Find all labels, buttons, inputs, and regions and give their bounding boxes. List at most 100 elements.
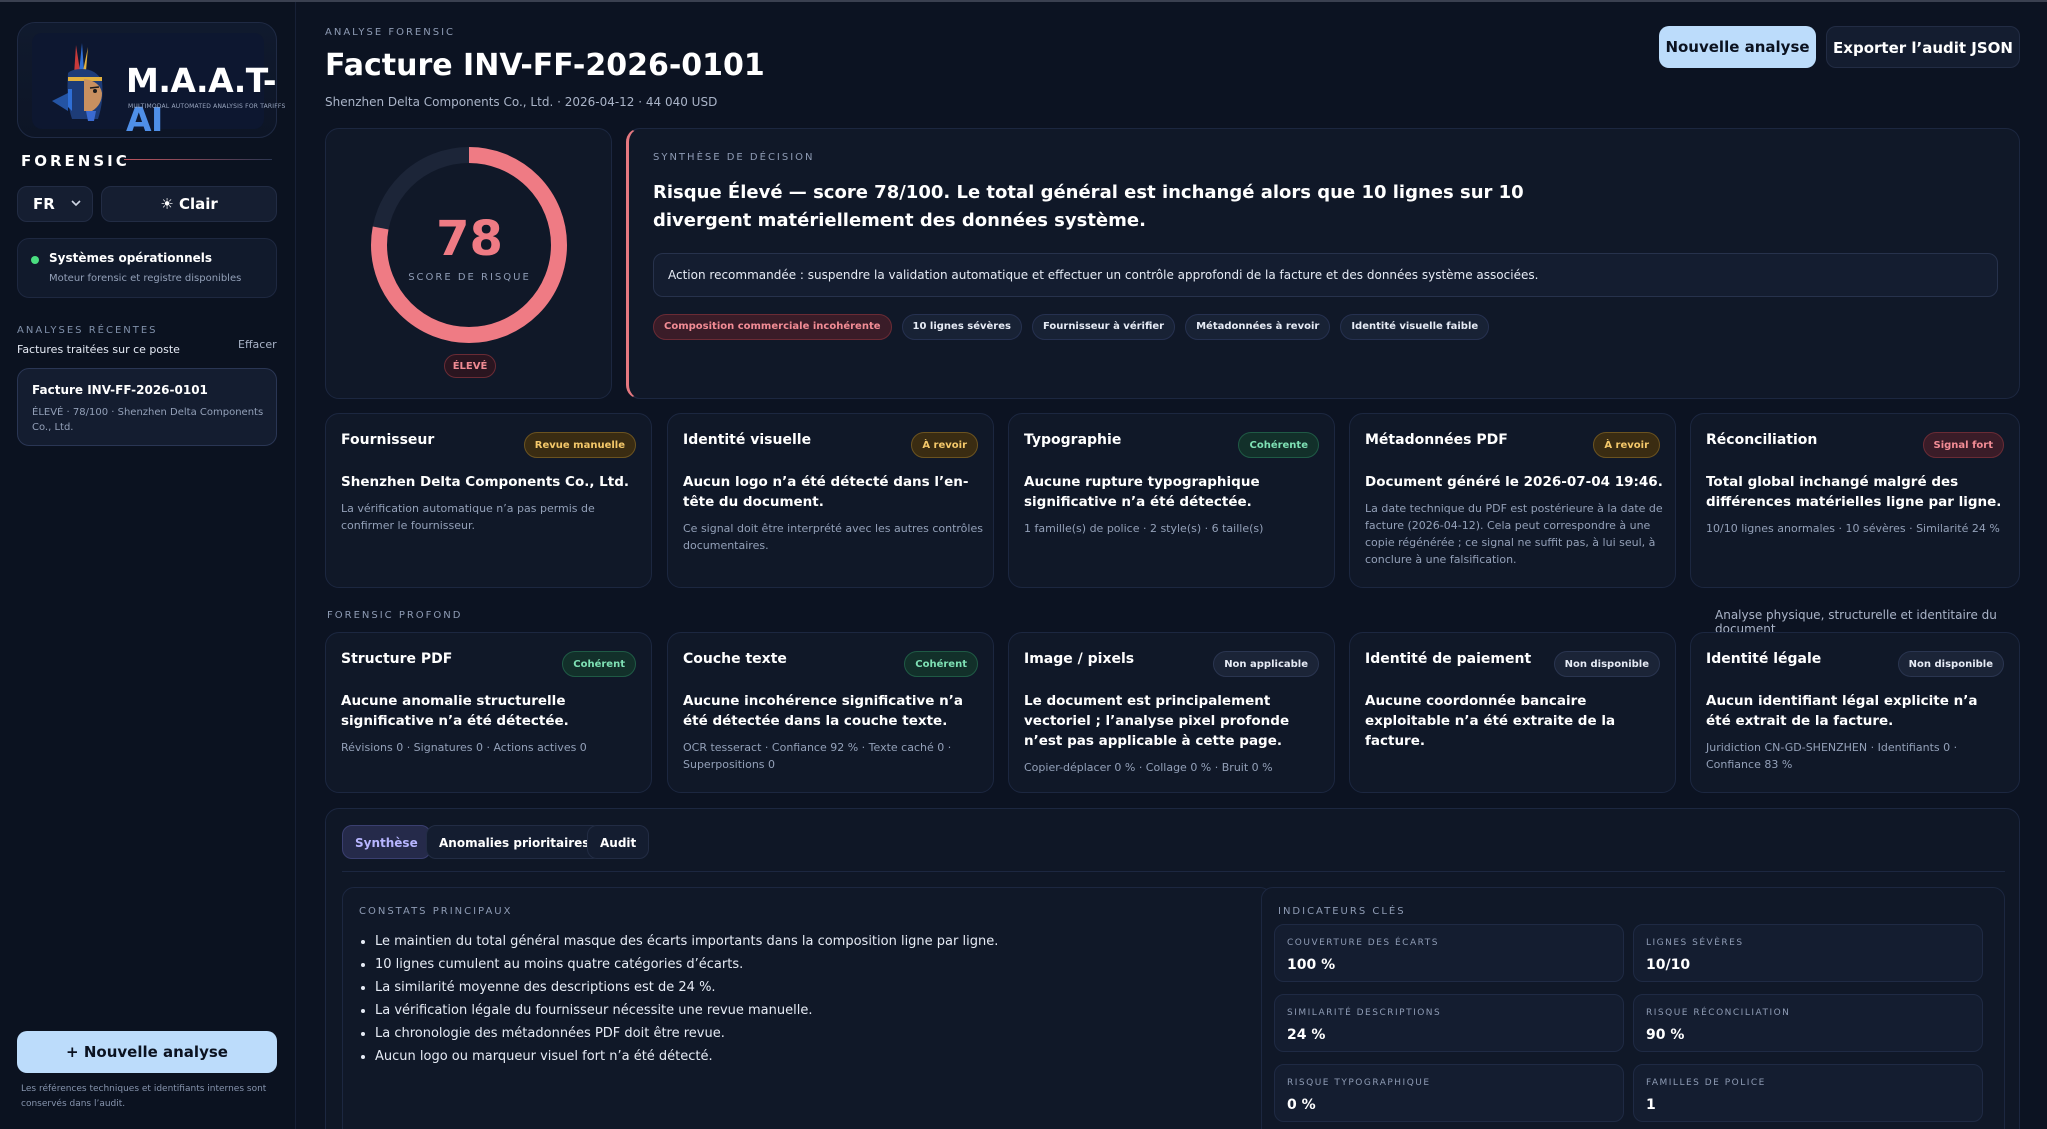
logo-box: M.A.A.T-AI MULTIMODAL AUTOMATED ANALYSIS… xyxy=(17,22,285,139)
chip-metadata-review: Métadonnées à revoir xyxy=(1185,314,1331,340)
card-text-layer: Couche texte Cohérent Aucune incohérence… xyxy=(667,632,994,793)
card-headline: Aucune coordonnée bancaire exploitable n… xyxy=(1365,693,1616,749)
recent-item-title: Facture INV-FF-2026-0101 xyxy=(32,383,208,397)
chip-commercial-composition: Composition commerciale incohérente xyxy=(653,314,892,340)
page-subtitle: Shenzhen Delta Components Co., Ltd. · 20… xyxy=(325,95,718,109)
card-title: Identité de paiement xyxy=(1365,651,1532,667)
key-findings-box: CONSTATS PRINCIPAUX Le maintien du total… xyxy=(342,887,1272,1129)
recommended-action: Action recommandée : suspendre la valida… xyxy=(653,253,1998,297)
card-title: Réconciliation xyxy=(1706,432,1818,448)
card-headline: Aucun logo n’a été détecté dans l’en-têt… xyxy=(683,474,969,510)
recent-item-meta: ÉLEVÉ · 78/100 · Shenzhen Delta Componen… xyxy=(32,407,264,433)
status-badge: À revoir xyxy=(911,432,978,458)
card-title: Image / pixels xyxy=(1024,651,1135,667)
sidebar-new-analysis-button[interactable]: + Nouvelle analyse xyxy=(17,1031,277,1073)
chip-visual-identity: Identité visuelle faible xyxy=(1340,314,1490,340)
card-headline: Total global inchangé malgré des différe… xyxy=(1706,474,2002,510)
key-findings-heading: CONSTATS PRINCIPAUX xyxy=(359,906,513,917)
status-badge: Non disponible xyxy=(1897,651,2004,677)
card-legal-identity: Identité légale Non disponible Aucun ide… xyxy=(1690,632,2020,793)
card-visual-identity: Identité visuelle À revoir Aucun logo n’… xyxy=(667,413,994,588)
kpi-font-families: FAMILLES DE POLICE 1 xyxy=(1633,1064,1983,1122)
card-payment-identity: Identité de paiement Non disponible Aucu… xyxy=(1349,632,1676,793)
card-detail: 10/10 lignes anormales · 10 sévères · Si… xyxy=(1706,522,2000,535)
export-audit-button[interactable]: Exporter l’audit JSON xyxy=(1826,26,2020,68)
status-badge: Revue manuelle xyxy=(523,432,636,458)
window-top-border xyxy=(0,0,2047,2)
kpi-label: SIMILARITÉ DESCRIPTIONS xyxy=(1287,1008,1442,1018)
status-title: Systèmes opérationnels xyxy=(49,251,213,265)
system-status: Systèmes opérationnels Moteur forensic e… xyxy=(17,238,277,298)
card-title: Identité visuelle xyxy=(683,432,812,448)
key-indicators-box: INDICATEURS CLÉS COUVERTURE DES ÉCARTS 1… xyxy=(1261,887,2005,1129)
list-item: La chronologie des métadonnées PDF doit … xyxy=(375,1022,1255,1045)
decision-eyebrow: SYNTHÈSE DE DÉCISION xyxy=(653,152,815,163)
key-indicators-heading: INDICATEURS CLÉS xyxy=(1278,906,1406,917)
deep-forensic-heading: FORENSIC PROFOND xyxy=(327,610,463,621)
chevron-down-icon xyxy=(71,200,81,207)
status-badge: Signal fort xyxy=(1922,432,2004,458)
card-detail: La vérification automatique n’a pas perm… xyxy=(341,502,595,532)
new-analysis-button[interactable]: Nouvelle analyse xyxy=(1659,26,1816,68)
details-panel: Synthèse Anomalies prioritaires Audit CO… xyxy=(325,808,2020,1129)
card-image-pixels: Image / pixels Non applicable Le documen… xyxy=(1008,632,1335,793)
kpi-value: 24 % xyxy=(1287,1027,1326,1043)
card-detail: Juridiction CN-GD-SHENZHEN · Identifiant… xyxy=(1706,741,1958,771)
tabs-divider xyxy=(342,871,2005,872)
recent-analyses-subtitle: Factures traitées sur ce poste xyxy=(17,343,180,356)
kpi-description-similarity: SIMILARITÉ DESCRIPTIONS 24 % xyxy=(1274,994,1624,1052)
card-headline: Aucune incohérence significative n’a été… xyxy=(683,693,963,729)
status-online-icon xyxy=(31,256,39,264)
risk-level-badge: ÉLEVÉ xyxy=(444,354,496,378)
list-item: 10 lignes cumulent au moins quatre catég… xyxy=(375,953,1255,976)
status-badge: Non applicable xyxy=(1213,651,1319,677)
kpi-value: 100 % xyxy=(1287,957,1336,973)
chip-supplier-check: Fournisseur à vérifier xyxy=(1031,314,1176,340)
key-findings-list: Le maintien du total général masque des … xyxy=(375,930,1255,1068)
kpi-value: 0 % xyxy=(1287,1097,1316,1113)
card-title: Couche texte xyxy=(683,651,787,667)
list-item: Aucun logo ou marqueur visuel fort n’a é… xyxy=(375,1045,1255,1068)
theme-toggle-button[interactable]: ☀ Clair xyxy=(101,186,277,222)
sidebar-section-title: FORENSIC xyxy=(21,152,130,170)
risk-score-value: 78 xyxy=(436,211,503,267)
sidebar: M.A.A.T-AI MULTIMODAL AUTOMATED ANALYSIS… xyxy=(0,2,296,1129)
card-headline: Le document est principalement vectoriel… xyxy=(1024,693,1290,749)
clear-recent-link[interactable]: Effacer xyxy=(238,338,277,351)
card-title: Typographie xyxy=(1024,432,1122,448)
card-reconciliation: Réconciliation Signal fort Total global … xyxy=(1690,413,2020,588)
kpi-value: 10/10 xyxy=(1646,957,1691,973)
recent-analyses-heading: ANALYSES RÉCENTES xyxy=(17,325,158,336)
card-detail: Révisions 0 · Signatures 0 · Actions act… xyxy=(341,741,587,754)
kpi-label: RISQUE TYPOGRAPHIQUE xyxy=(1287,1078,1431,1088)
card-detail: Copier-déplacer 0 % · Collage 0 % · Brui… xyxy=(1024,761,1273,774)
status-badge: À revoir xyxy=(1593,432,1660,458)
status-badge: Cohérente xyxy=(1238,432,1319,458)
tab-audit[interactable]: Audit xyxy=(587,825,650,859)
status-badge: Non disponible xyxy=(1553,651,1660,677)
list-item: La similarité moyenne des descriptions e… xyxy=(375,976,1255,999)
theme-toggle-label: Clair xyxy=(178,195,218,213)
recent-analysis-item[interactable]: Facture INV-FF-2026-0101 ÉLEVÉ · 78/100 … xyxy=(17,368,277,446)
tab-synthese[interactable]: Synthèse xyxy=(342,825,431,859)
card-title: Structure PDF xyxy=(341,651,453,667)
card-headline: Document généré le 2026-07-04 19:46. xyxy=(1365,474,1663,490)
page-title: Facture INV-FF-2026-0101 xyxy=(325,48,765,83)
card-headline: Aucun identifiant légal explicite n’a ét… xyxy=(1706,693,1978,729)
card-headline: Aucune rupture typographique significati… xyxy=(1024,474,1260,510)
status-subtitle: Moteur forensic et registre disponibles xyxy=(49,273,242,284)
tab-priority-anomalies[interactable]: Anomalies prioritaires xyxy=(426,825,603,859)
list-item: La vérification légale du fournisseur né… xyxy=(375,999,1255,1022)
decision-title: Risque Élevé — score 78/100. Le total gé… xyxy=(653,182,1524,231)
kpi-label: RISQUE RÉCONCILIATION xyxy=(1646,1008,1791,1018)
kpi-gap-coverage: COUVERTURE DES ÉCARTS 100 % xyxy=(1274,924,1624,982)
card-detail: Ce signal doit être interprété avec les … xyxy=(683,522,983,552)
kpi-label: LIGNES SÉVÈRES xyxy=(1646,938,1744,948)
card-title: Métadonnées PDF xyxy=(1365,432,1508,448)
card-headline: Shenzhen Delta Components Co., Ltd. xyxy=(341,474,630,490)
language-select[interactable]: FR xyxy=(17,186,93,222)
kpi-label: COUVERTURE DES ÉCARTS xyxy=(1287,938,1439,948)
section-divider xyxy=(124,159,272,160)
kpi-typography-risk: RISQUE TYPOGRAPHIQUE 0 % xyxy=(1274,1064,1624,1122)
decision-chips: Composition commerciale incohérente 10 l… xyxy=(653,314,1490,340)
